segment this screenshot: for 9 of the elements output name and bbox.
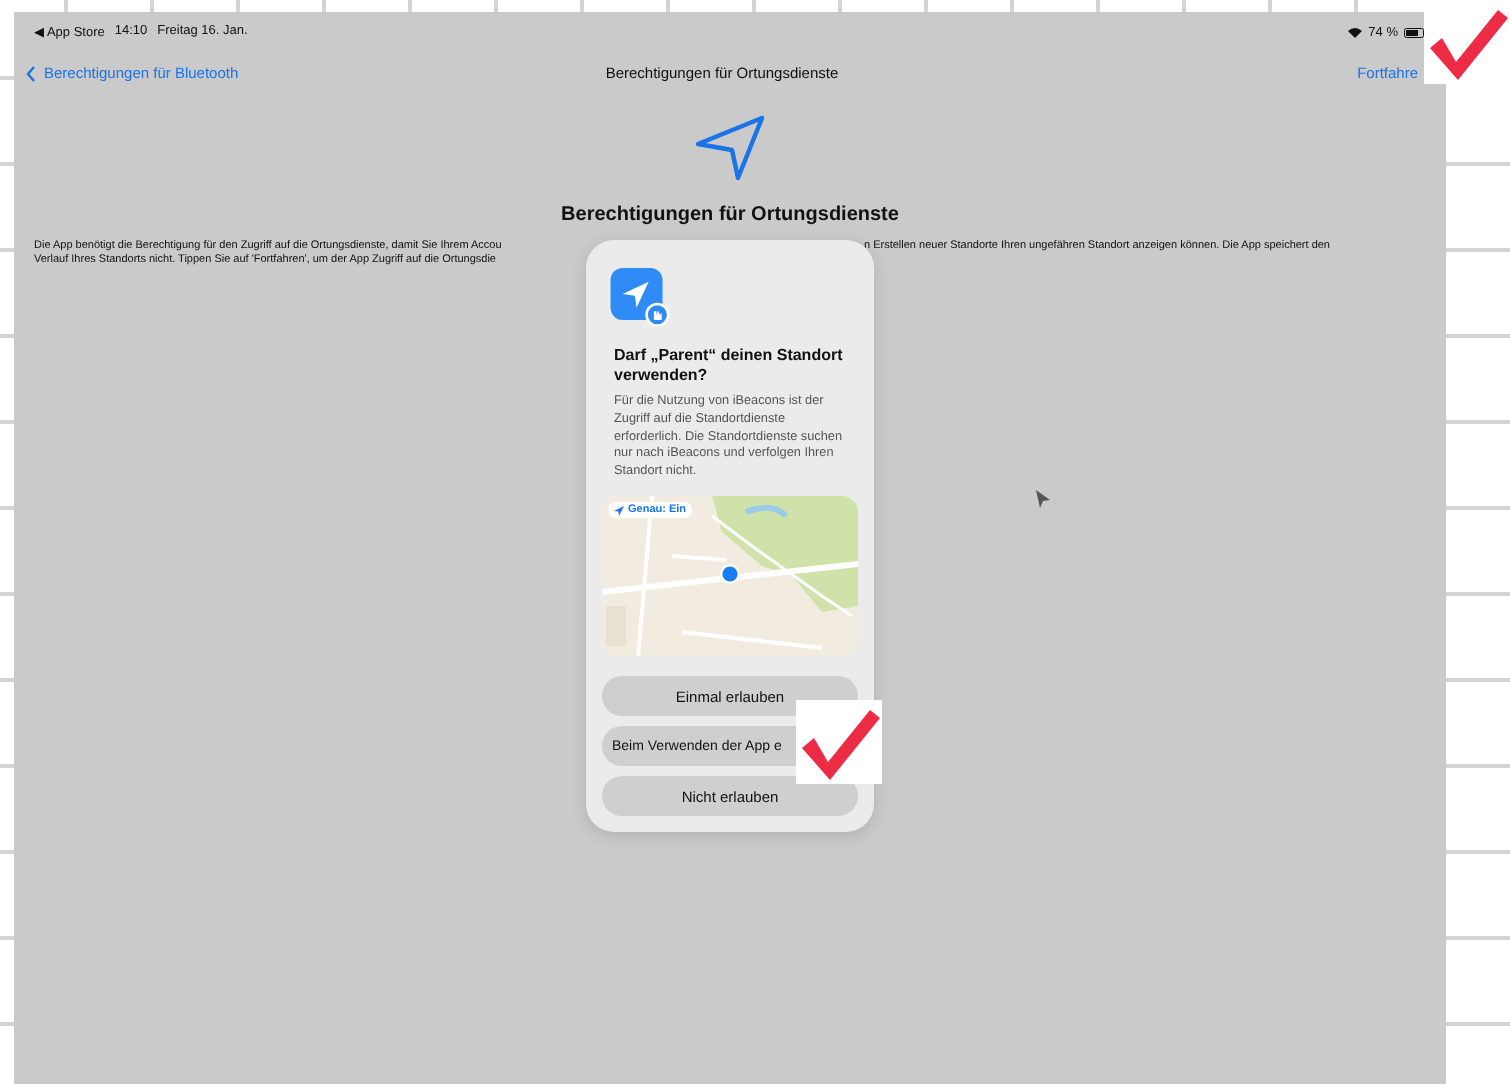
wifi-icon <box>1348 27 1363 37</box>
location-app-icon <box>610 268 670 327</box>
location-arrow-icon <box>614 505 624 516</box>
chevron-left-icon <box>26 65 36 81</box>
page-heading: Berechtigungen für Ortungsdienste <box>559 204 901 226</box>
battery-icon <box>1404 27 1426 37</box>
pointer-cursor-icon <box>1036 490 1050 508</box>
dialog-title: Darf „Parent“ deinen Standort verwenden? <box>614 346 845 387</box>
location-arrow-icon <box>694 114 766 182</box>
